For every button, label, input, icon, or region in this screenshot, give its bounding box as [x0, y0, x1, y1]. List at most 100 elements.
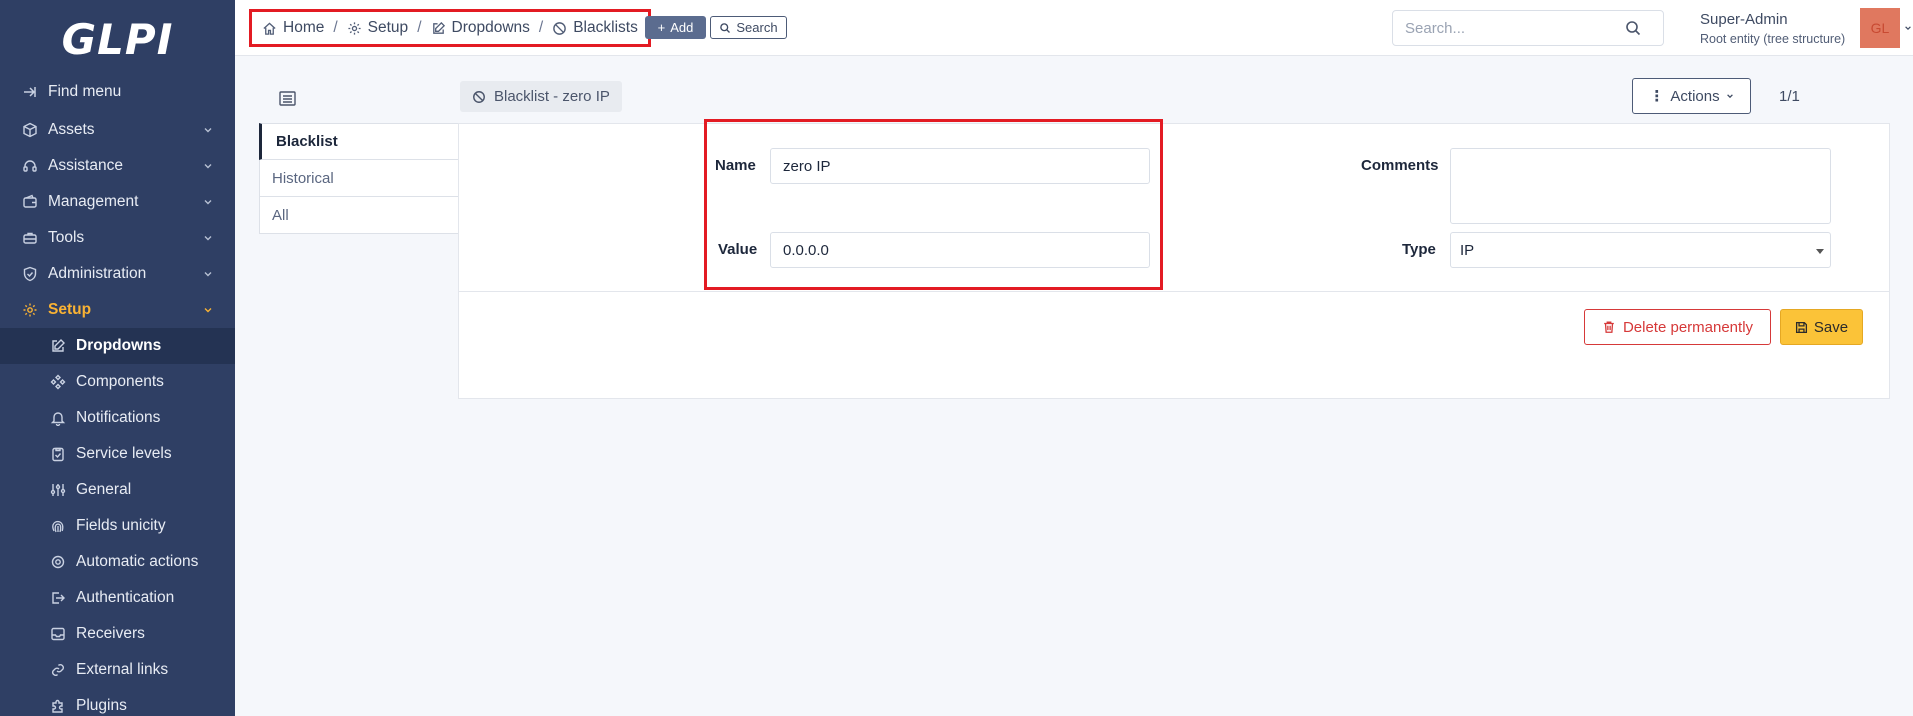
sidebar-item-label: Receivers	[76, 625, 145, 642]
sidebar-item-automatic-actions[interactable]: Automatic actions	[0, 544, 235, 580]
name-field[interactable]	[770, 148, 1150, 184]
comments-field[interactable]	[1450, 148, 1831, 224]
sidebar-item-dropdowns[interactable]: Dropdowns	[0, 328, 235, 364]
search-icon	[720, 22, 731, 33]
sidebar-item-label: Find menu	[48, 83, 122, 100]
sidebar-item-label: Setup	[48, 301, 92, 318]
login-icon	[52, 592, 65, 604]
puzzle-icon	[52, 699, 63, 713]
sidebar-item-management[interactable]: Management	[0, 184, 235, 220]
box-icon	[23, 122, 37, 138]
breadcrumb-label: Home	[283, 19, 325, 36]
sidebar-item-authentication[interactable]: Authentication	[0, 580, 235, 616]
breadcrumb-blacklists[interactable]: Blacklists	[552, 19, 638, 37]
sidebar-item-external-links[interactable]: External links	[0, 652, 235, 688]
sidebar-item-label: Tools	[48, 229, 85, 246]
sidebar-item-find-menu[interactable]: Find menu	[0, 74, 235, 110]
ban-icon	[473, 90, 485, 103]
cog-icon	[51, 555, 65, 569]
value-label: Value	[718, 241, 758, 258]
more-vertical-icon: ⋮	[1649, 88, 1665, 105]
item-tabs: Blacklist Historical All	[259, 123, 459, 234]
breadcrumb-separator: /	[333, 19, 338, 36]
logo-text: GLPI	[61, 14, 174, 64]
sidebar-item-receivers[interactable]: Receivers	[0, 616, 235, 652]
search-icon[interactable]	[1625, 20, 1641, 36]
type-label: Type	[1402, 241, 1436, 258]
breadcrumb-label: Blacklists	[573, 19, 638, 36]
item-title: Blacklist - zero IP	[494, 88, 610, 105]
item-form-card: Name Value Comments Type IP Delete perma…	[458, 123, 1890, 399]
add-button[interactable]: + Add	[645, 16, 706, 39]
sidebar-item-assistance[interactable]: Assistance	[0, 148, 235, 184]
breadcrumb: Home / Setup / Dropdowns / Blacklists	[249, 9, 651, 47]
delete-permanently-button[interactable]: Delete permanently	[1584, 309, 1771, 345]
tab-blacklist[interactable]: Blacklist	[259, 123, 459, 160]
sidebar-item-components[interactable]: Components	[0, 364, 235, 400]
sidebar-item-label: Components	[76, 373, 164, 390]
sidebar-item-setup[interactable]: Setup	[0, 292, 235, 328]
sidebar-item-label: Management	[48, 193, 139, 210]
sidebar-item-fields-unicity[interactable]: Fields unicity	[0, 508, 235, 544]
chevron-down-icon[interactable]	[1904, 24, 1912, 32]
breadcrumb-label: Dropdowns	[451, 19, 530, 36]
global-search-input[interactable]	[1405, 19, 1625, 37]
link-icon	[52, 664, 64, 676]
save-button-label: Save	[1813, 318, 1849, 336]
sidebar-item-label: Assets	[48, 121, 95, 138]
comments-label: Comments	[1361, 157, 1439, 174]
toggle-tabs-icon[interactable]	[279, 91, 296, 106]
headset-icon	[23, 160, 37, 172]
chevron-down-icon	[204, 308, 212, 313]
value-field[interactable]	[770, 232, 1150, 268]
tab-historical[interactable]: Historical	[259, 160, 459, 197]
plus-icon: +	[657, 20, 666, 35]
sidebar-item-label: Assistance	[48, 157, 123, 174]
sidebar-item-label: Administration	[48, 265, 147, 282]
add-button-label: Add	[670, 20, 694, 35]
user-menu[interactable]: Super-Admin Root entity (tree structure)	[1700, 11, 1845, 46]
actions-button-label: Actions	[1670, 87, 1720, 105]
breadcrumb-dropdowns[interactable]: Dropdowns	[431, 19, 530, 37]
home-icon	[263, 21, 276, 35]
breadcrumb-label: Setup	[367, 19, 409, 36]
gear-icon	[348, 21, 361, 35]
sidebar-item-assets[interactable]: Assets	[0, 112, 235, 148]
breadcrumb-separator: /	[538, 19, 544, 36]
item-title-badge: Blacklist - zero IP	[460, 81, 622, 112]
chevron-down-icon	[1726, 94, 1733, 99]
sidebar-item-label: Fields unicity	[76, 517, 166, 534]
sidebar-item-label: General	[76, 481, 132, 498]
ban-icon	[553, 21, 567, 35]
avatar[interactable]: GL	[1860, 8, 1900, 48]
edit-icon	[432, 21, 445, 34]
sidebar-item-plugins[interactable]: Plugins	[0, 688, 235, 716]
sidebar-item-label: Service levels	[76, 445, 172, 462]
user-entity: Root entity (tree structure)	[1700, 32, 1846, 46]
trash-icon	[1604, 321, 1614, 333]
sidebar-item-label: Plugins	[76, 697, 127, 714]
fingerprint-icon	[52, 520, 64, 533]
sidebar-item-label: Authentication	[76, 589, 175, 606]
breadcrumb-home[interactable]: Home	[262, 19, 324, 37]
breadcrumb-setup[interactable]: Setup	[347, 19, 409, 37]
sidebar-item-tools[interactable]: Tools	[0, 220, 235, 256]
wallet-icon	[23, 194, 37, 208]
sidebar-item-administration[interactable]: Administration	[0, 256, 235, 292]
tab-all[interactable]: All	[259, 197, 459, 234]
sidebar: GLPI Find menu Assets Assistance Managem…	[0, 0, 235, 716]
sidebar-item-label: Notifications	[76, 409, 161, 426]
search-button[interactable]: Search	[710, 16, 787, 39]
sidebar-item-notifications[interactable]: Notifications	[0, 400, 235, 436]
delete-button-label: Delete permanently	[1622, 318, 1754, 336]
global-search-box	[1392, 10, 1664, 46]
sidebar-item-general[interactable]: General	[0, 472, 235, 508]
save-button[interactable]: Save	[1780, 309, 1863, 345]
sidebar-item-service-levels[interactable]: Service levels	[0, 436, 235, 472]
breadcrumb-separator: /	[417, 19, 422, 36]
edit-icon	[52, 339, 65, 352]
type-select[interactable]: IP	[1450, 232, 1831, 268]
actions-button[interactable]: ⋮ Actions	[1632, 78, 1751, 114]
glpi-logo[interactable]: GLPI	[0, 0, 235, 78]
bell-icon	[50, 412, 66, 426]
